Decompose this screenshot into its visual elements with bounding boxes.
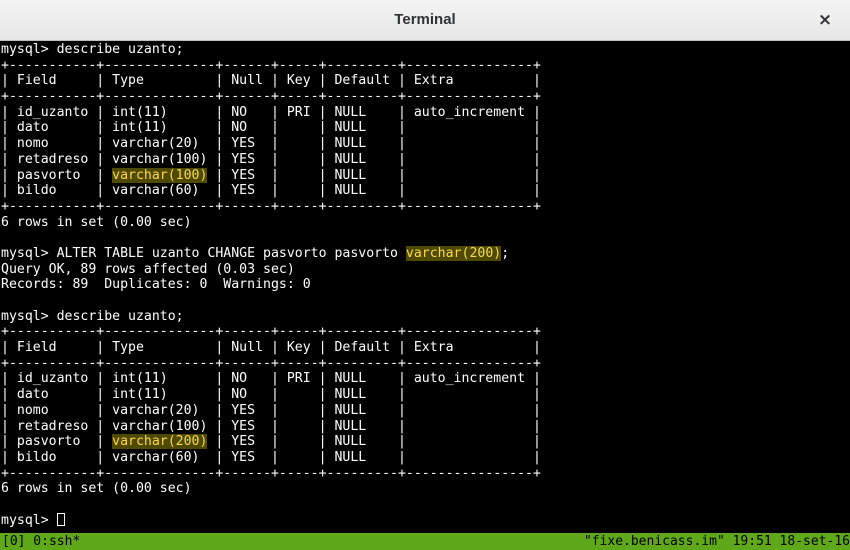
tmux-host-clock: "fixe.benicass.im" 19:51 18-set-16 (583, 534, 850, 549)
terminal-line: | Field | Type | Null | Key | Default | … (1, 340, 541, 356)
window-title: Terminal (394, 11, 456, 28)
search-highlight: varchar(200) (405, 245, 502, 261)
title-bar[interactable]: Terminal × (0, 0, 850, 41)
terminal-line: | dato | int(11) | NO | | NULL | | (1, 387, 541, 403)
terminal-line: | retadreso | varchar(100) | YES | | NUL… (1, 151, 541, 167)
tmux-window-list[interactable]: [0] 0:ssh* (2, 533, 80, 550)
terminal-line: 6 rows in set (0.00 sec) (1, 214, 192, 230)
terminal-window: Terminal × mysql> describe uzanto; +-----… (0, 0, 850, 550)
terminal-line: +-----------+--------------+------+-----… (1, 355, 541, 371)
tmux-status-bar: [0] 0:ssh* "fixe.benicass.im" 19:51 18-s… (0, 533, 850, 550)
terminal-line: mysql> ALTER TABLE uzanto CHANGE pasvort… (1, 245, 510, 261)
terminal-line: | retadreso | varchar(100) | YES | | NUL… (1, 418, 541, 434)
terminal-output: mysql> describe uzanto; +-----------+----… (0, 41, 850, 528)
text-cursor (56, 512, 65, 526)
terminal-line: | nomo | varchar(20) | YES | | NULL | | (1, 402, 541, 418)
terminal-line: 6 rows in set (0.00 sec) (1, 481, 192, 497)
search-highlight: varchar(200) (112, 434, 208, 450)
terminal-line: | bildo | varchar(60) | YES | | NULL | | (1, 183, 541, 199)
terminal-line: | pasvorto | varchar(200) | YES | | NULL… (1, 434, 541, 450)
terminal-line: +-----------+--------------+------+-----… (1, 198, 541, 214)
terminal-line: Records: 89 Duplicates: 0 Warnings: 0 (1, 277, 311, 293)
terminal-line: | id_uzanto | int(11) | NO | PRI | NULL … (1, 371, 541, 387)
terminal-line: | bildo | varchar(60) | YES | | NULL | | (1, 449, 541, 465)
terminal-line: +-----------+--------------+------+-----… (1, 57, 541, 73)
terminal-line: | id_uzanto | int(11) | NO | PRI | NULL … (1, 104, 541, 120)
terminal-line: | nomo | varchar(20) | YES | | NULL | | (1, 136, 541, 152)
terminal-line: +-----------+--------------+------+-----… (1, 89, 541, 105)
terminal-line: Query OK, 89 rows affected (0.03 sec) (1, 261, 295, 277)
close-icon[interactable]: × (814, 9, 836, 31)
terminal-line: mysql> describe uzanto; (1, 42, 184, 57)
terminal-line: mysql> describe uzanto; (1, 308, 184, 324)
terminal-line: +-----------+--------------+------+-----… (1, 465, 541, 481)
terminal-line: +-----------+--------------+------+-----… (1, 324, 541, 340)
terminal-line: | Field | Type | Null | Key | Default | … (1, 73, 541, 89)
terminal-line: mysql> (1, 512, 850, 529)
terminal-line: | pasvorto | varchar(100) | YES | | NULL… (1, 167, 541, 183)
terminal-viewport[interactable]: mysql> describe uzanto; +-----------+----… (0, 41, 850, 532)
terminal-line: | dato | int(11) | NO | | NULL | | (1, 120, 541, 136)
search-highlight: varchar(100) (112, 167, 208, 183)
